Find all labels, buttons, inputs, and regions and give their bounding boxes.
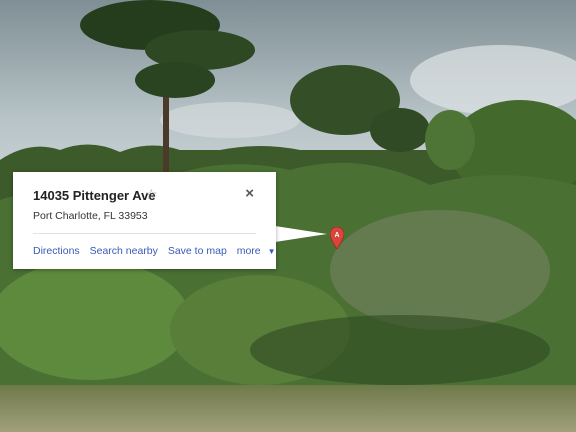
- chevron-down-icon: ▼: [267, 247, 276, 256]
- brush-shadow: [250, 315, 550, 385]
- search-nearby-link[interactable]: Search nearby: [90, 245, 158, 257]
- marker-label: A: [334, 232, 339, 239]
- tree-canopy: [425, 110, 475, 170]
- divider: [33, 233, 256, 234]
- more-label: more: [236, 245, 261, 257]
- more-dropdown[interactable]: more ▼: [237, 245, 283, 257]
- close-icon[interactable]: ×: [245, 185, 254, 202]
- place-address: Port Charlotte, FL 33953: [33, 210, 148, 222]
- infowindow-pointer: [275, 226, 327, 242]
- infowindow-actions: Directions Search nearby Save to map mor…: [33, 245, 290, 257]
- brush-dry: [330, 210, 550, 330]
- directions-link[interactable]: Directions: [33, 245, 80, 257]
- place-title: 14035 Pittenger Ave: [33, 188, 156, 203]
- palm-canopy: [370, 108, 430, 152]
- pine-canopy: [135, 62, 215, 98]
- map-pin-icon[interactable]: A: [330, 227, 344, 249]
- star-outline-icon[interactable]: ☆: [145, 186, 158, 203]
- save-to-map-link[interactable]: Save to map: [168, 245, 227, 257]
- cloud: [160, 102, 300, 138]
- place-infowindow: 14035 Pittenger Ave ☆ × Port Charlotte, …: [13, 172, 276, 269]
- grass-ground: [0, 385, 576, 432]
